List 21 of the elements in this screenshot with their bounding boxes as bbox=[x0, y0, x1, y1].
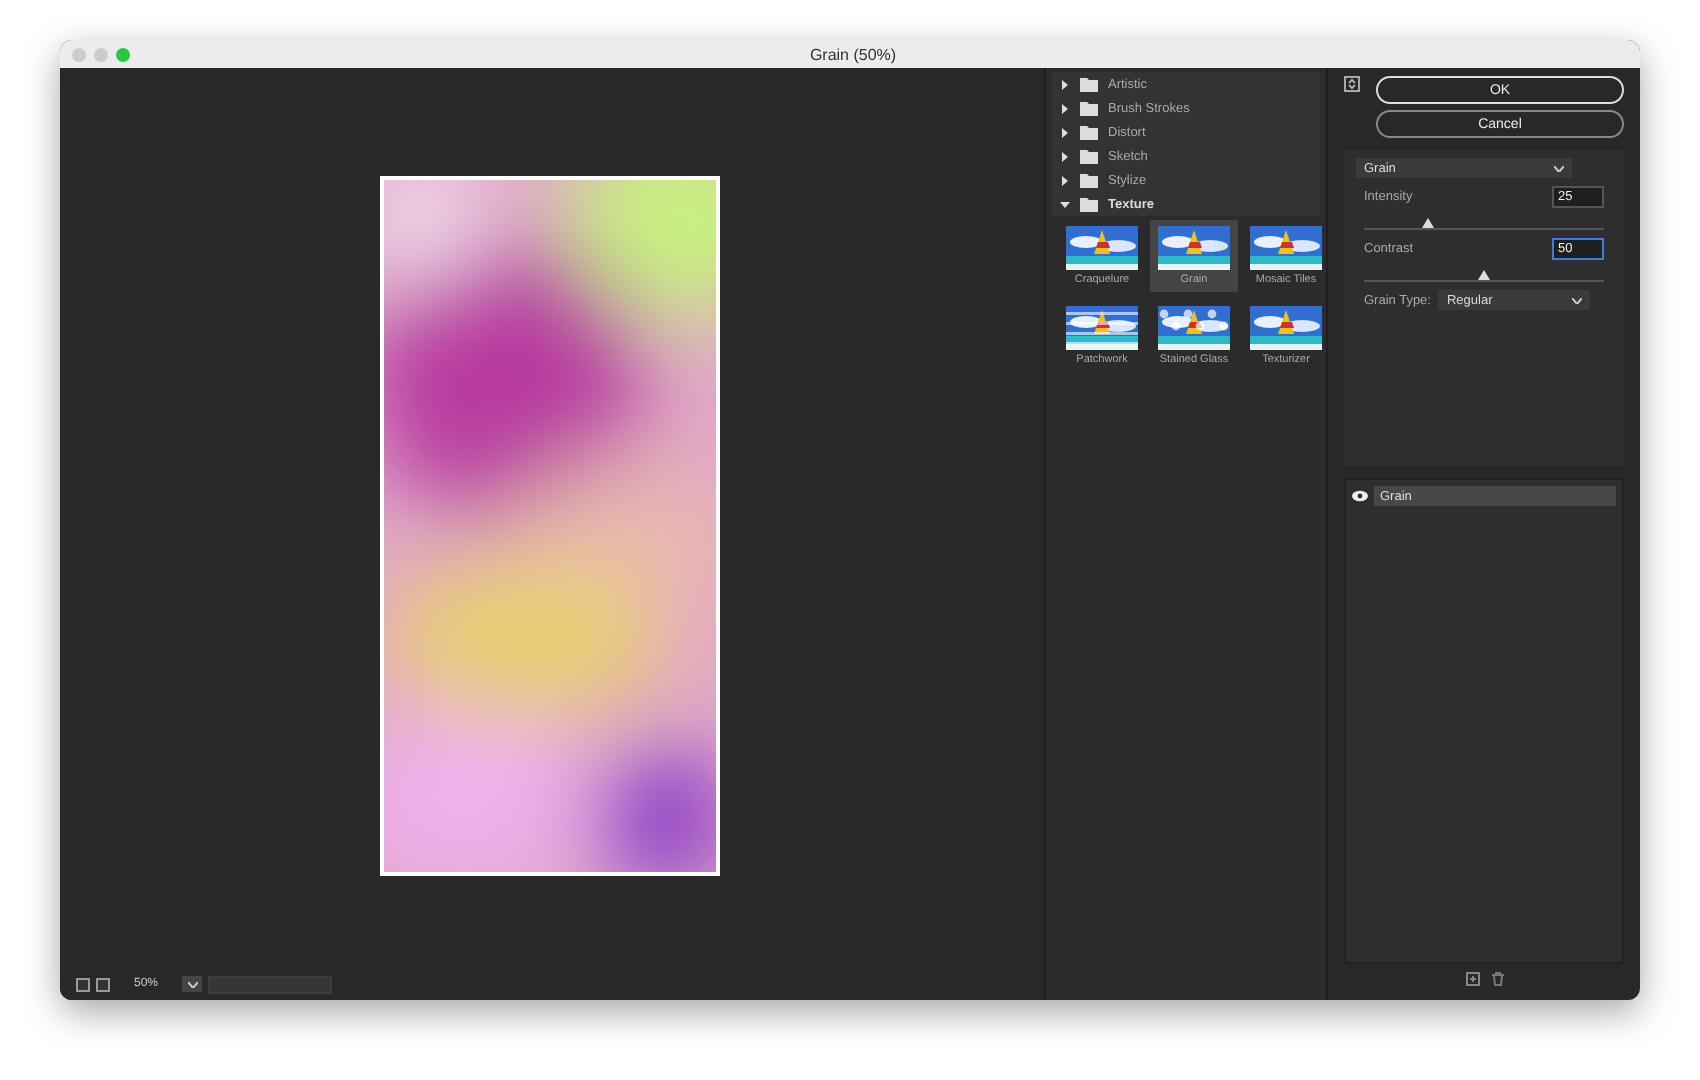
slider-thumb[interactable] bbox=[1422, 218, 1435, 228]
disclosure-icon bbox=[1060, 79, 1070, 89]
trash-icon[interactable] bbox=[1491, 971, 1503, 985]
zoom-dropdown[interactable] bbox=[182, 976, 202, 992]
disclosure-icon bbox=[1060, 127, 1070, 137]
eye-icon[interactable] bbox=[1352, 490, 1368, 502]
chevron-icon bbox=[1554, 165, 1564, 171]
param-slider[interactable] bbox=[1364, 216, 1604, 230]
slider-thumb[interactable] bbox=[1478, 270, 1490, 280]
zoom-out-button[interactable] bbox=[76, 977, 90, 991]
collapse-icon[interactable] bbox=[1344, 76, 1360, 92]
disclosure-icon bbox=[1060, 151, 1070, 161]
chevron-icon bbox=[1572, 297, 1583, 303]
disclosure-icon bbox=[1060, 103, 1070, 113]
disclosure-icon bbox=[1060, 199, 1070, 209]
param-slider[interactable] bbox=[1364, 268, 1604, 282]
zoom-in-button[interactable] bbox=[96, 977, 110, 991]
new-layer-icon[interactable] bbox=[1465, 971, 1479, 985]
window-title: Grain (50%) bbox=[809, 45, 899, 63]
chevron-icon bbox=[187, 981, 197, 987]
disclosure-icon bbox=[1060, 175, 1070, 185]
